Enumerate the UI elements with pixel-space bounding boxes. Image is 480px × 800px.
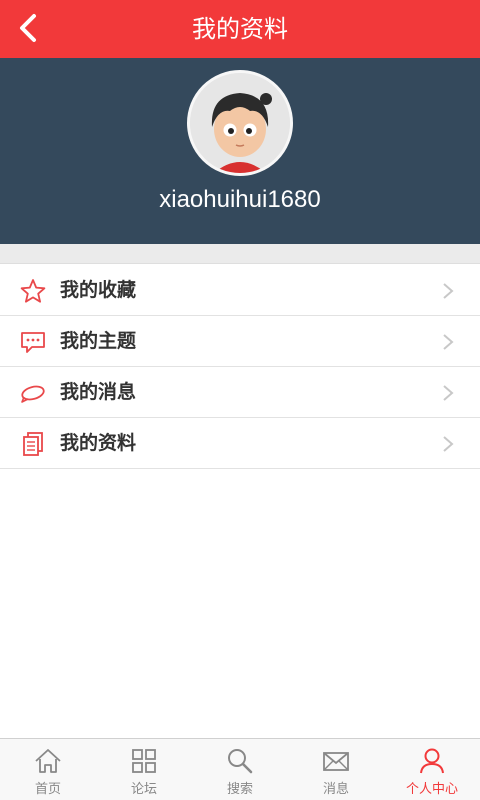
document-icon [23,432,43,456]
tab-personal-center[interactable]: 个人中心 [384,739,480,800]
envelope-icon [323,752,349,771]
menu-item-label: 我的消息 [60,381,137,403]
search-icon [228,749,253,774]
menu-item-label: 我的资料 [60,432,137,454]
chevron-right-icon [443,436,454,452]
chat-bubble-icon [21,332,45,353]
menu-item-label: 我的收藏 [60,279,137,301]
chevron-right-icon [443,283,454,299]
bottom-tab-bar: 首页 论坛 搜索 消息 个人中心 [0,738,480,800]
tab-search[interactable]: 搜索 [192,739,288,800]
cartoon-avatar-icon [190,73,290,173]
tab-label: 首页 [34,782,61,797]
menu-item-topics[interactable]: 我的主题 [0,316,480,367]
home-icon [35,749,61,773]
menu-item-profile[interactable]: 我的资料 [0,418,480,469]
message-ring-icon [21,385,45,403]
tab-messages[interactable]: 消息 [288,739,384,800]
profile-panel: xiaohuihui1680 [0,58,480,244]
section-divider [0,244,480,264]
tab-home[interactable]: 首页 [0,739,96,800]
tab-forum[interactable]: 论坛 [96,739,192,800]
chevron-right-icon [443,334,454,350]
profile-menu-list: 我的收藏 我的主题 我的消息 我的资料 [0,265,480,469]
tab-label: 消息 [322,782,349,797]
menu-item-messages[interactable]: 我的消息 [0,367,480,418]
star-icon [20,279,46,303]
tab-label: 搜索 [226,782,253,797]
tab-label: 个人中心 [405,782,458,797]
page-title: 我的资料 [192,15,288,43]
avatar[interactable] [187,70,293,176]
tab-label: 论坛 [130,782,157,797]
person-icon [420,748,444,774]
grid-icon [132,749,156,773]
menu-item-label: 我的主题 [60,330,137,352]
top-navigation-bar: 我的资料 [0,0,480,58]
menu-item-favorites[interactable]: 我的收藏 [0,265,480,316]
chevron-right-icon [443,385,454,401]
username: xiaohuihui1680 [159,186,321,213]
